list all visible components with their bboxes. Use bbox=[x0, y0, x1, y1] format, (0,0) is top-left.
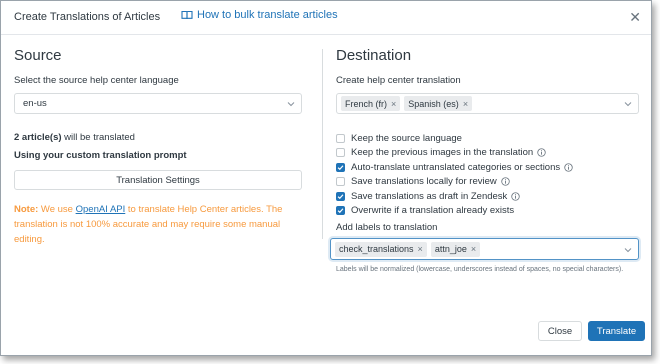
help-link[interactable]: How to bulk translate articles bbox=[181, 9, 338, 21]
info-icon[interactable] bbox=[564, 163, 573, 172]
option-label: Save translations locally for review bbox=[351, 176, 497, 188]
info-icon[interactable] bbox=[501, 177, 510, 186]
option-keep-source-language[interactable]: Keep the source language bbox=[336, 131, 639, 146]
label-tag: check_translations × bbox=[335, 241, 427, 257]
translate-button[interactable]: Translate bbox=[588, 321, 645, 341]
remove-tag-icon[interactable]: × bbox=[471, 244, 476, 254]
language-tag-label: Spanish (es) bbox=[408, 98, 459, 109]
source-heading: Source bbox=[14, 47, 62, 64]
source-panel: Source Select the source help center lan… bbox=[14, 47, 302, 247]
dialog-title: Create Translations of Articles bbox=[14, 11, 161, 23]
dialog-header: Create Translations of Articles How to b… bbox=[1, 1, 651, 35]
article-count-rest: will be translated bbox=[61, 132, 135, 143]
option-auto-translate[interactable]: Auto-translate untranslated categories o… bbox=[336, 160, 639, 175]
labels-hint: Labels will be normalized (lowercase, un… bbox=[336, 266, 624, 273]
note-text-1: We use bbox=[38, 204, 76, 215]
checkbox[interactable] bbox=[336, 133, 345, 143]
column-divider bbox=[322, 49, 323, 239]
article-count: 2 article(s) will be translated bbox=[14, 132, 302, 143]
close-button[interactable]: Close bbox=[538, 321, 582, 341]
option-label: Save translations as draft in Zendesk bbox=[351, 190, 508, 202]
remove-tag-icon[interactable]: × bbox=[418, 244, 423, 254]
info-icon[interactable] bbox=[511, 192, 520, 201]
close-icon[interactable]: ✕ bbox=[629, 9, 641, 26]
label-tag: attn_joe × bbox=[430, 241, 481, 257]
destination-heading: Destination bbox=[336, 47, 412, 64]
label-tag-label: attn_joe bbox=[434, 244, 467, 254]
check-icon bbox=[337, 165, 344, 170]
checkbox[interactable] bbox=[336, 177, 345, 187]
labels-label: Add labels to translation bbox=[336, 222, 438, 233]
destination-create-label: Create help center translation bbox=[336, 75, 461, 86]
label-tag-label: check_translations bbox=[339, 244, 414, 254]
check-icon bbox=[337, 208, 344, 214]
option-label: Keep the source language bbox=[351, 132, 462, 144]
labels-input[interactable]: check_translations × attn_joe × bbox=[330, 238, 639, 260]
note-prefix: Note: bbox=[14, 204, 39, 215]
language-tag: French (fr) × bbox=[341, 96, 401, 111]
option-label: Overwrite if a translation already exist… bbox=[351, 205, 515, 217]
info-icon[interactable] bbox=[537, 148, 546, 157]
custom-prompt-label: Using your custom translation prompt bbox=[14, 150, 187, 161]
destination-language-select[interactable]: French (fr) × Spanish (es) × bbox=[336, 93, 639, 114]
check-icon bbox=[337, 194, 344, 199]
remove-tag-icon[interactable]: × bbox=[463, 99, 468, 109]
openai-api-link[interactable]: OpenAI API bbox=[76, 204, 126, 215]
article-count-bold: 2 article(s) bbox=[14, 132, 62, 143]
chevron-down-icon bbox=[287, 102, 295, 107]
checkbox-checked[interactable] bbox=[336, 206, 345, 216]
translation-settings-button[interactable]: Translation Settings bbox=[14, 170, 302, 190]
chevron-down-icon bbox=[624, 102, 632, 107]
translation-dialog: Create Translations of Articles How to b… bbox=[0, 0, 652, 356]
checkbox[interactable] bbox=[336, 148, 345, 158]
openai-note: Note: We use OpenAI API to translate Hel… bbox=[14, 202, 302, 247]
option-save-locally[interactable]: Save translations locally for review bbox=[336, 175, 639, 190]
source-language-value: en-us bbox=[23, 98, 47, 109]
remove-tag-icon[interactable]: × bbox=[391, 99, 396, 109]
source-language-label: Select the source help center language bbox=[14, 75, 179, 86]
option-label: Keep the previous images in the translat… bbox=[351, 147, 534, 159]
book-icon bbox=[181, 10, 193, 20]
language-tag-label: French (fr) bbox=[345, 98, 388, 109]
option-overwrite[interactable]: Overwrite if a translation already exist… bbox=[336, 204, 639, 219]
destination-panel: Destination Create help center translati… bbox=[330, 47, 639, 273]
help-link-label: How to bulk translate articles bbox=[197, 9, 338, 21]
language-tag: Spanish (es) × bbox=[404, 96, 473, 111]
option-save-draft[interactable]: Save translations as draft in Zendesk bbox=[336, 189, 639, 204]
option-label: Auto-translate untranslated categories o… bbox=[351, 161, 561, 173]
option-keep-previous-images[interactable]: Keep the previous images in the translat… bbox=[336, 146, 639, 161]
checkbox-checked[interactable] bbox=[336, 191, 345, 201]
checkbox-checked[interactable] bbox=[336, 162, 345, 172]
chevron-down-icon bbox=[624, 248, 632, 253]
options-list: Keep the source language Keep the previo… bbox=[336, 131, 639, 218]
source-language-select[interactable]: en-us bbox=[14, 93, 302, 114]
